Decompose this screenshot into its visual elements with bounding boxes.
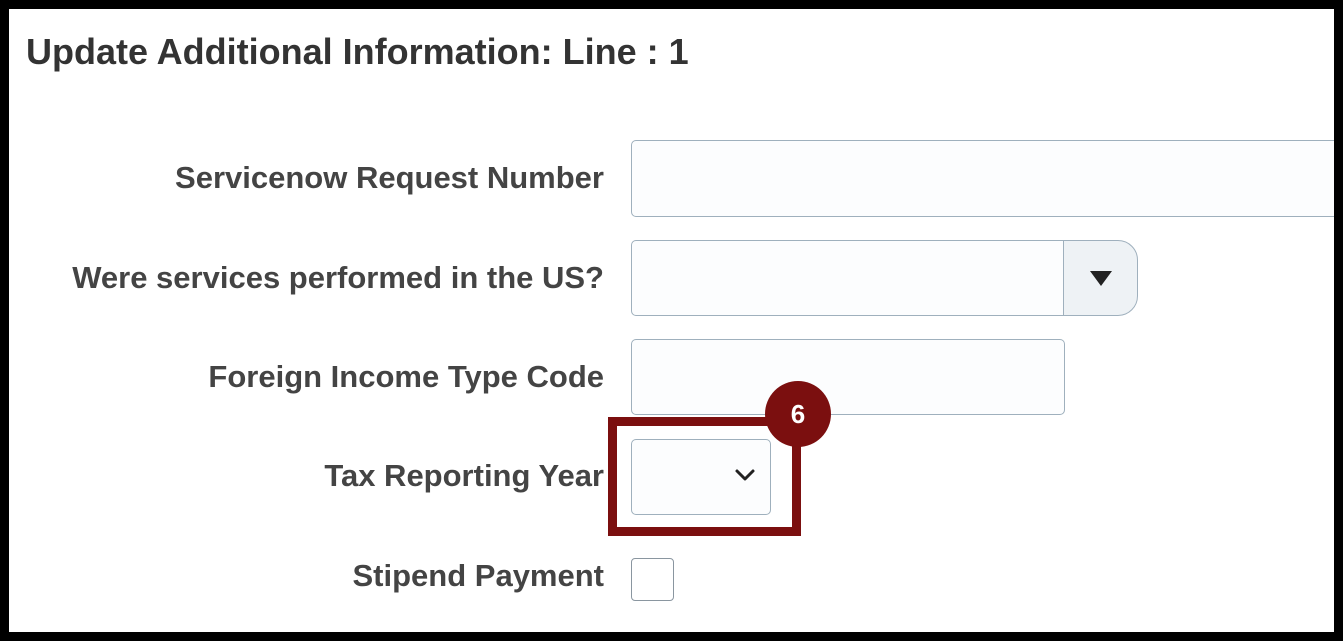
step-number-badge: 6 <box>765 381 831 447</box>
us-services-combobox[interactable] <box>631 240 1065 316</box>
foreign-income-type-code-input[interactable] <box>631 339 1065 415</box>
foreign-income-type-code-label: Foreign Income Type Code <box>208 359 604 394</box>
stipend-payment-label: Stipend Payment <box>352 558 605 593</box>
dialog-panel: Update Additional Information: Line : 1 … <box>9 9 1334 632</box>
servicenow-request-number-input[interactable] <box>631 140 1334 217</box>
stipend-payment-checkbox[interactable] <box>631 558 674 601</box>
tax-reporting-year-label: Tax Reporting Year <box>324 458 604 493</box>
servicenow-request-number-label: Servicenow Request Number <box>175 160 604 195</box>
us-services-dropdown-button[interactable] <box>1063 240 1138 316</box>
us-services-label: Were services performed in the US? <box>72 260 604 295</box>
triangle-down-icon <box>1089 270 1112 286</box>
page-title: Update Additional Information: Line : 1 <box>26 31 689 72</box>
